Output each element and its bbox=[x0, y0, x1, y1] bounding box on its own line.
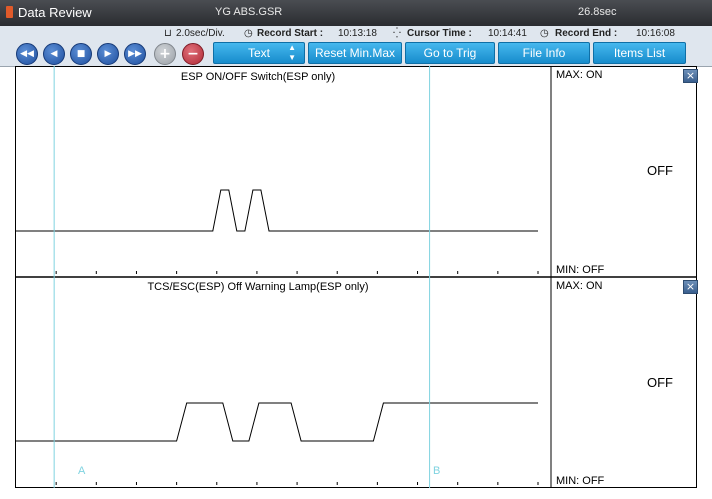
chart-2-title: TCS/ESC(ESP) Off Warning Lamp(ESP only) bbox=[147, 281, 368, 293]
graph-area[interactable]: ESP ON/OFF Switch(ESP only) MAX: ON MIN:… bbox=[0, 0, 712, 499]
chart-1-title: ESP ON/OFF Switch(ESP only) bbox=[181, 71, 335, 83]
cursor-a-label: A bbox=[78, 465, 86, 477]
chart-1-current-value: OFF bbox=[647, 163, 673, 178]
chart-1-max-label: MAX: ON bbox=[556, 69, 603, 81]
chart-1-close-icon[interactable]: × bbox=[683, 69, 698, 83]
cursor-b-label: B bbox=[433, 465, 440, 477]
chart-2-current-value: OFF bbox=[647, 375, 673, 390]
chart-2-max-label: MAX: ON bbox=[556, 280, 603, 292]
chart-2-close-icon[interactable]: × bbox=[683, 280, 698, 294]
chart-2-min-label: MIN: OFF bbox=[556, 475, 605, 487]
chart-2-series-line bbox=[16, 402, 538, 442]
chart-1-series-line bbox=[16, 189, 538, 232]
chart-1-min-label: MIN: OFF bbox=[556, 264, 605, 276]
